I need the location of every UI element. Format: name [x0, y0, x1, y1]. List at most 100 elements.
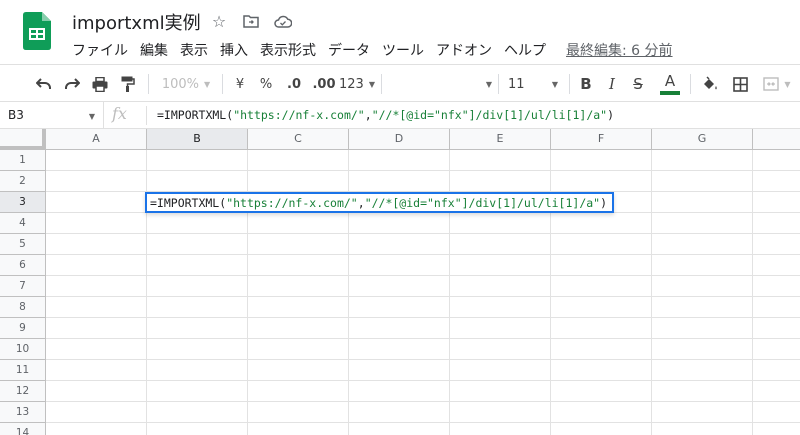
grid-cell[interactable]: [248, 213, 349, 234]
grid-cell[interactable]: [248, 318, 349, 339]
grid-cell[interactable]: [349, 360, 450, 381]
column-header-c[interactable]: C: [248, 129, 349, 150]
menu-tools[interactable]: ツール: [376, 38, 430, 62]
document-title[interactable]: importxml実例: [72, 9, 201, 35]
grid-cell[interactable]: [753, 297, 800, 318]
column-header-g[interactable]: G: [652, 129, 753, 150]
grid-cell[interactable]: [147, 339, 248, 360]
row-header-7[interactable]: 7: [0, 276, 46, 297]
grid-cell[interactable]: [46, 150, 147, 171]
select-all-corner[interactable]: [0, 129, 46, 150]
grid-cell[interactable]: [753, 339, 800, 360]
grid-cell[interactable]: [652, 171, 753, 192]
grid-cell[interactable]: [551, 297, 652, 318]
grid-cell[interactable]: [551, 402, 652, 423]
grid-cell[interactable]: [248, 171, 349, 192]
grid-cell[interactable]: [147, 255, 248, 276]
grid-cell[interactable]: [450, 213, 551, 234]
grid-cell[interactable]: [349, 150, 450, 171]
grid-cell[interactable]: [46, 255, 147, 276]
grid-cell[interactable]: [551, 318, 652, 339]
grid-cell[interactable]: [248, 360, 349, 381]
grid-cell[interactable]: [349, 234, 450, 255]
grid-cell[interactable]: [349, 171, 450, 192]
grid-cell[interactable]: [349, 255, 450, 276]
print-icon[interactable]: [88, 71, 112, 97]
grid-cell[interactable]: [450, 360, 551, 381]
grid-cell[interactable]: [248, 339, 349, 360]
menu-file[interactable]: ファイル: [66, 38, 134, 62]
grid-cell[interactable]: [450, 171, 551, 192]
grid-cell[interactable]: [349, 213, 450, 234]
grid-cell[interactable]: [551, 213, 652, 234]
grid-cell[interactable]: [147, 318, 248, 339]
font-family-select[interactable]: ▼: [386, 71, 492, 97]
grid-cell[interactable]: [551, 360, 652, 381]
grid-cell[interactable]: [652, 192, 753, 213]
grid-cell[interactable]: [652, 297, 753, 318]
grid-cell[interactable]: [147, 423, 248, 435]
menu-view[interactable]: 表示: [174, 38, 214, 62]
grid-cell[interactable]: [147, 234, 248, 255]
grid-cell[interactable]: [248, 255, 349, 276]
grid-cell[interactable]: [652, 381, 753, 402]
grid-cell[interactable]: [46, 234, 147, 255]
menu-data[interactable]: データ: [322, 38, 376, 62]
move-to-folder-icon[interactable]: [240, 10, 262, 32]
grid-cell[interactable]: [652, 150, 753, 171]
grid-cell[interactable]: [450, 276, 551, 297]
grid-cell[interactable]: [753, 423, 800, 435]
grid-cell[interactable]: [652, 423, 753, 435]
redo-icon[interactable]: [60, 71, 84, 97]
row-header-5[interactable]: 5: [0, 234, 46, 255]
paint-format-icon[interactable]: [116, 71, 140, 97]
grid-cell[interactable]: [753, 318, 800, 339]
grid-cell[interactable]: [753, 360, 800, 381]
grid-cell[interactable]: [551, 234, 652, 255]
decrease-decimal-button[interactable]: .0: [282, 71, 306, 97]
grid-cell[interactable]: [147, 381, 248, 402]
merge-cells-icon[interactable]: ▼: [758, 71, 796, 97]
grid-cell[interactable]: [147, 150, 248, 171]
menu-help[interactable]: ヘルプ: [498, 38, 552, 62]
row-header-2[interactable]: 2: [0, 171, 46, 192]
grid-cell[interactable]: [349, 381, 450, 402]
grid-cell[interactable]: [46, 213, 147, 234]
strikethrough-button[interactable]: S: [627, 71, 649, 97]
grid-cell[interactable]: [753, 150, 800, 171]
zoom-select[interactable]: 100% ▼: [158, 71, 214, 97]
grid-cell[interactable]: [147, 213, 248, 234]
text-color-button[interactable]: A: [657, 71, 683, 97]
grid-cell[interactable]: [248, 150, 349, 171]
grid-cell[interactable]: [450, 402, 551, 423]
number-format-select[interactable]: 123 ▼: [339, 71, 375, 97]
menu-insert[interactable]: 挿入: [214, 38, 254, 62]
row-header-1[interactable]: 1: [0, 150, 46, 171]
column-header-e[interactable]: E: [450, 129, 551, 150]
grid-cell[interactable]: [147, 297, 248, 318]
grid-cell[interactable]: [248, 381, 349, 402]
grid-cell[interactable]: [248, 297, 349, 318]
grid-cell[interactable]: [349, 423, 450, 435]
column-header-b[interactable]: B: [147, 129, 248, 150]
row-header-11[interactable]: 11: [0, 360, 46, 381]
row-header-4[interactable]: 4: [0, 213, 46, 234]
grid-cell[interactable]: [248, 423, 349, 435]
grid-cell[interactable]: [46, 360, 147, 381]
row-header-6[interactable]: 6: [0, 255, 46, 276]
undo-icon[interactable]: [32, 71, 56, 97]
grid-cell[interactable]: [46, 171, 147, 192]
grid-cell[interactable]: [753, 255, 800, 276]
fill-color-icon[interactable]: [698, 71, 722, 97]
grid-cell[interactable]: [450, 297, 551, 318]
menu-addons[interactable]: アドオン: [430, 38, 498, 62]
grid-cell[interactable]: [450, 381, 551, 402]
grid-cell[interactable]: [753, 381, 800, 402]
grid-cell[interactable]: [46, 423, 147, 435]
grid-cell[interactable]: [349, 339, 450, 360]
grid-cell[interactable]: [248, 276, 349, 297]
grid-cell[interactable]: [147, 402, 248, 423]
grid-cell[interactable]: [46, 318, 147, 339]
menu-format[interactable]: 表示形式: [254, 38, 322, 62]
cell-editor-b3[interactable]: =IMPORTXML("https://nf-x.com/","//*[@id=…: [145, 192, 614, 213]
